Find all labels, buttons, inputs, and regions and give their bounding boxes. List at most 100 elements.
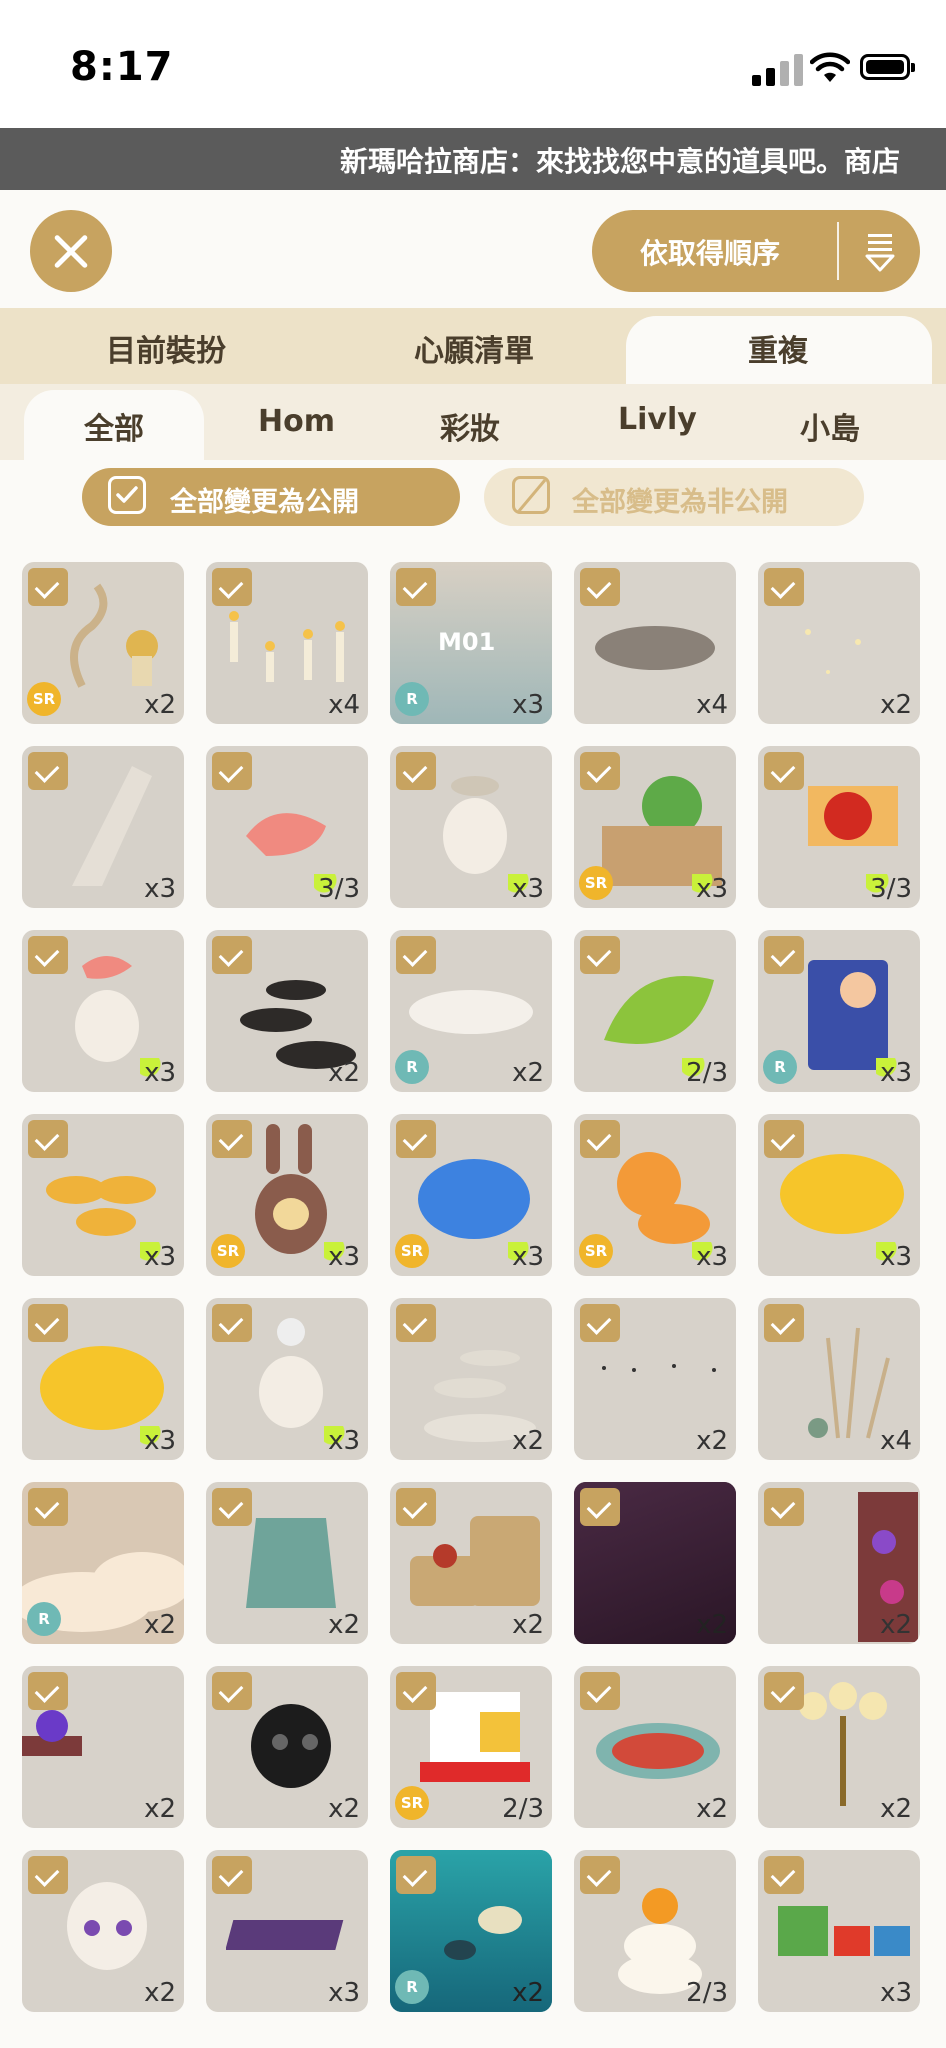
item-tile-round-rug[interactable]: x2 [574,1666,736,1828]
subtab-hom[interactable]: Hom [258,404,335,439]
subtab-all[interactable]: 全部 [84,404,144,448]
item-tile-white-rocks[interactable]: Rx2 [390,930,552,1092]
item-tile-clouds[interactable]: Rx2 [22,1482,184,1644]
item-checkbox[interactable] [764,1672,804,1710]
item-tile-potion-table[interactable]: x2 [22,1666,184,1828]
item-checkbox[interactable] [212,1488,252,1526]
item-tile-yellow-sponge[interactable]: x3 [22,1298,184,1460]
item-tile-poster[interactable]: Rx3 [758,930,920,1092]
item-tile-candles[interactable]: x4 [206,562,368,724]
item-tile-purple-eyes[interactable]: x2 [22,1850,184,2012]
item-checkbox[interactable] [28,568,68,606]
item-checkbox[interactable] [580,1304,620,1342]
item-checkbox[interactable] [212,1304,252,1342]
item-checkbox[interactable] [580,1488,620,1526]
item-tile-bunny-plush[interactable]: SR x3 [206,1114,368,1276]
item-tile-ladybug-flag[interactable]: 3/3 [758,746,920,908]
item-tile-potion-shelf[interactable]: x2 [758,1482,920,1644]
item-checkbox[interactable] [28,1672,68,1710]
item-tile-m01-music[interactable]: M01 Rx3 [390,562,552,724]
item-count: x2 [144,1794,176,1824]
item-tile-plague-mask[interactable]: x2 [206,1666,368,1828]
item-checkbox[interactable] [396,752,436,790]
tab-current-outfit[interactable]: 目前裝扮 [106,326,226,370]
item-checkbox[interactable] [764,1304,804,1342]
item-tile-purple-mat[interactable]: x3 [206,1850,368,2012]
item-checkbox[interactable] [28,936,68,974]
item-tile-grass[interactable]: x4 [758,1298,920,1460]
item-checkbox[interactable] [764,936,804,974]
sort-order-icon[interactable] [862,230,898,274]
item-checkbox[interactable] [396,1120,436,1158]
item-tile-aquarium[interactable]: Rx2 [390,1850,552,2012]
item-tile-oyster-head[interactable]: x3 [390,746,552,908]
item-count: x2 [328,1794,360,1824]
item-checkbox[interactable] [580,1672,620,1710]
item-tile-shrimp[interactable]: 3/3 [206,746,368,908]
item-checkbox[interactable] [396,1856,436,1894]
item-tile-purple-floor[interactable]: x2 [574,1482,736,1644]
item-checkbox[interactable] [28,1304,68,1342]
item-checkbox[interactable] [212,752,252,790]
item-checkbox[interactable] [580,568,620,606]
item-tile-green-leaf[interactable]: 2/3 [574,930,736,1092]
item-checkbox[interactable] [212,1120,252,1158]
item-checkbox[interactable] [212,1856,252,1894]
close-button[interactable] [30,210,112,292]
make-all-private-button[interactable]: 全部變更為非公開 [484,468,864,526]
item-tile-cheese-rock[interactable]: x3 [758,1114,920,1276]
item-checkbox[interactable] [28,1120,68,1158]
item-checkbox[interactable] [396,1488,436,1526]
rarity-badge: SR [27,682,61,716]
tab-duplicates[interactable]: 重複 [748,326,808,370]
item-tile-toy-train[interactable]: x3 [758,1850,920,2012]
item-checkbox[interactable] [28,1488,68,1526]
item-checkbox[interactable] [212,568,252,606]
item-tile-green-jacket[interactable]: x2 [206,1482,368,1644]
item-tile-sparkles[interactable]: x2 [758,562,920,724]
item-checkbox[interactable] [28,1856,68,1894]
item-checkbox[interactable] [212,936,252,974]
item-tile-flat-stones[interactable]: x2 [390,1298,552,1460]
item-checkbox[interactable] [396,936,436,974]
item-checkbox[interactable] [212,1672,252,1710]
item-checkbox[interactable] [580,1856,620,1894]
item-checkbox[interactable] [580,936,620,974]
item-tile-stepping-stones[interactable]: x2 [206,930,368,1092]
item-checkbox[interactable] [396,1304,436,1342]
item-checkbox[interactable] [764,1488,804,1526]
item-tile-birds[interactable]: x2 [574,1298,736,1460]
subtab-makeup[interactable]: 彩妝 [440,404,500,448]
tab-wishlist[interactable]: 心願清單 [414,326,534,370]
item-tile-top-hat[interactable]: SR 2/3 [390,1666,552,1828]
item-tile-pebbles[interactable]: x4 [574,562,736,724]
make-all-public-label: 全部變更為公開 [170,487,359,518]
item-checkbox[interactable] [764,568,804,606]
item-checkbox[interactable] [580,752,620,790]
item-tile-spotlight[interactable]: x3 [22,746,184,908]
item-checkbox[interactable] [580,1120,620,1158]
make-all-public-button[interactable]: 全部變更為公開 [82,468,460,526]
item-count: x3 [140,1058,180,1088]
item-tile-coffee-sacks[interactable]: x2 [390,1482,552,1644]
item-tile-candelabra[interactable]: x2 [758,1666,920,1828]
item-tile-bulb-head[interactable]: x3 [206,1298,368,1460]
item-tile-blue-fish[interactable]: SR x3 [390,1114,552,1276]
item-checkbox[interactable] [764,1120,804,1158]
shrimp-head-illustration [75,956,139,1062]
sort-button[interactable]: 依取得順序 [592,210,920,292]
item-tile-golden-decor[interactable]: SR x2 [22,562,184,724]
subtab-island[interactable]: 小島 [800,404,860,448]
item-count: x4 [696,690,728,720]
item-tile-mochi[interactable]: 2/3 [574,1850,736,2012]
item-tile-shrimp-head[interactable]: x3 [22,930,184,1092]
item-tile-plant-box[interactable]: SR x3 [574,746,736,908]
subtab-livly[interactable]: Livly [618,402,697,437]
item-checkbox[interactable] [28,752,68,790]
item-tile-gold-coins[interactable]: x3 [22,1114,184,1276]
item-checkbox[interactable] [764,752,804,790]
item-checkbox[interactable] [396,1672,436,1710]
item-tile-orange-plush[interactable]: SR x3 [574,1114,736,1276]
item-checkbox[interactable] [764,1856,804,1894]
item-checkbox[interactable] [396,568,436,606]
